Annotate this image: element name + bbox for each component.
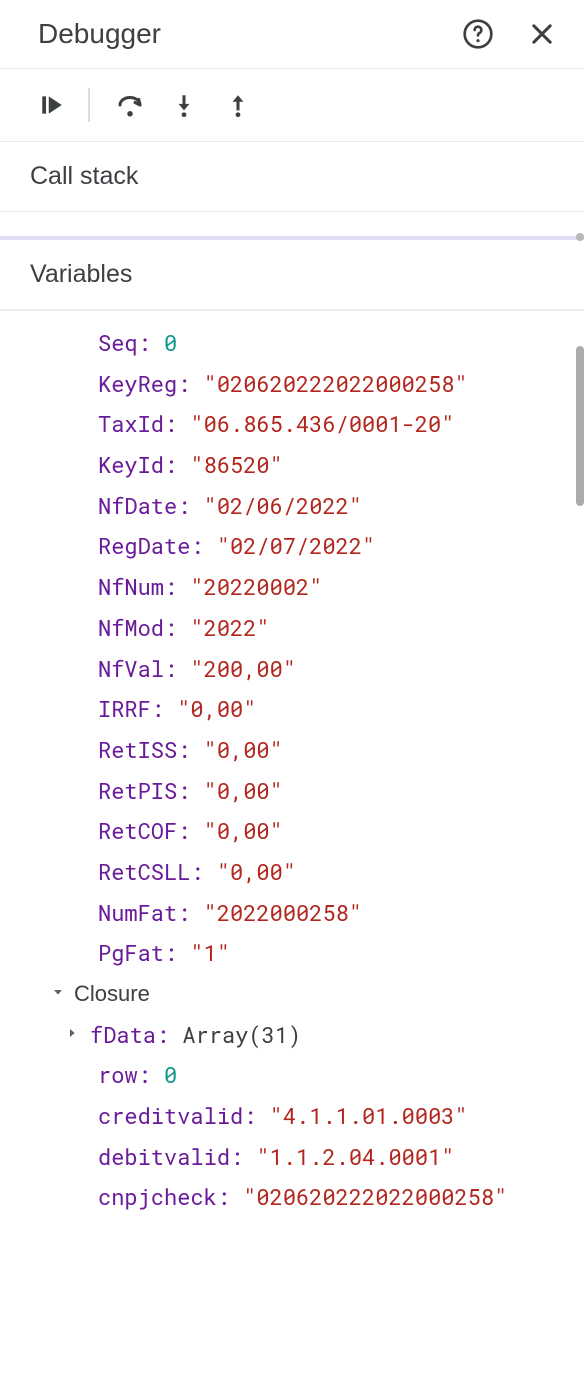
resume-icon[interactable] xyxy=(30,83,74,127)
variable-value: "1.1.2.04.0001" xyxy=(256,1142,454,1171)
variable-row[interactable]: NfDate: "02/06/2022" xyxy=(10,486,574,527)
variable-row[interactable]: RetISS: "0,00" xyxy=(10,730,574,771)
header-actions xyxy=(462,18,556,50)
variable-row[interactable]: KeyReg: "020620222022000258" xyxy=(10,364,574,405)
debugger-title: Debugger xyxy=(38,18,161,50)
variable-value: "86520" xyxy=(190,450,282,479)
variable-row[interactable]: Seq: 0 xyxy=(10,323,574,364)
variable-value: "0,00" xyxy=(217,857,296,886)
variable-key: RegDate xyxy=(98,531,190,560)
variable-value: "0,00" xyxy=(204,816,283,845)
variable-value: 0 xyxy=(164,328,177,357)
variable-key: KeyId xyxy=(98,450,164,479)
variable-key: KeyReg xyxy=(98,369,177,398)
scrollbar-thumb[interactable] xyxy=(576,346,584,506)
variable-row[interactable]: RetCOF: "0,00" xyxy=(10,811,574,852)
variable-value: Array(31) xyxy=(182,1020,301,1049)
step-out-icon[interactable] xyxy=(216,83,260,127)
variable-row[interactable]: IRRF: "0,00" xyxy=(10,689,574,730)
variable-value: "20220002" xyxy=(190,572,322,601)
closure-scope-row[interactable]: Closure xyxy=(10,974,574,1015)
variable-key: NfMod xyxy=(98,613,164,642)
variable-key: NfDate xyxy=(98,491,177,520)
variable-key: RetPIS xyxy=(98,776,177,805)
variable-value: "06.865.436/0001-20" xyxy=(190,409,454,438)
variable-value: "0,00" xyxy=(204,735,283,764)
variable-value: "0,00" xyxy=(204,776,283,805)
help-icon[interactable] xyxy=(462,18,494,50)
variables-body: Seq: 0KeyReg: "020620222022000258"TaxId:… xyxy=(0,310,584,1228)
variable-row[interactable]: NfNum: "20220002" xyxy=(10,567,574,608)
variable-value: "02/06/2022" xyxy=(204,491,362,520)
variable-row[interactable]: PgFat: "1" xyxy=(10,933,574,974)
chevron-down-icon xyxy=(48,978,68,1011)
variable-key: fData xyxy=(90,1020,156,1049)
variable-row[interactable]: NumFat: "2022000258" xyxy=(10,893,574,934)
variable-value: "200,00" xyxy=(190,654,296,683)
callstack-body xyxy=(0,212,584,240)
callstack-heading[interactable]: Call stack xyxy=(0,142,584,212)
variable-row[interactable]: cnpjcheck: "020620222022000258" xyxy=(10,1177,574,1218)
variables-heading[interactable]: Variables xyxy=(0,240,584,310)
variable-row[interactable]: NfMod: "2022" xyxy=(10,608,574,649)
variable-value: "0,00" xyxy=(177,694,256,723)
debugger-toolbar xyxy=(0,69,584,142)
variable-value: "020620222022000258" xyxy=(243,1182,507,1211)
step-in-icon[interactable] xyxy=(162,83,206,127)
debugger-header: Debugger xyxy=(0,0,584,69)
variable-value: "020620222022000258" xyxy=(204,369,468,398)
variable-key: RetCSLL xyxy=(98,857,190,886)
variable-key: TaxId xyxy=(98,409,164,438)
variable-row[interactable]: debitvalid: "1.1.2.04.0001" xyxy=(10,1137,574,1178)
variable-key: RetCOF xyxy=(98,816,177,845)
variable-row[interactable]: TaxId: "06.865.436/0001-20" xyxy=(10,404,574,445)
variable-key: creditvalid xyxy=(98,1101,243,1130)
variable-key: NfVal xyxy=(98,654,164,683)
variable-key: NfNum xyxy=(98,572,164,601)
variable-value: "2022000258" xyxy=(204,898,362,927)
close-icon[interactable] xyxy=(528,20,556,48)
variable-row[interactable]: KeyId: "86520" xyxy=(10,445,574,486)
toolbar-divider xyxy=(88,88,90,122)
variable-row[interactable]: RegDate: "02/07/2022" xyxy=(10,526,574,567)
variable-row[interactable]: row: 0 xyxy=(10,1055,574,1096)
closure-label: Closure xyxy=(74,974,150,1015)
chevron-right-icon xyxy=(62,1018,82,1051)
variable-row[interactable]: RetCSLL: "0,00" xyxy=(10,852,574,893)
variable-row[interactable]: RetPIS: "0,00" xyxy=(10,771,574,812)
variable-value: "1" xyxy=(190,938,230,967)
variable-key: PgFat xyxy=(98,938,164,967)
fdata-row[interactable]: fData: Array(31) xyxy=(10,1015,574,1056)
variable-key: NumFat xyxy=(98,898,177,927)
variable-key: Seq xyxy=(98,328,138,357)
variable-value: "02/07/2022" xyxy=(217,531,375,560)
step-over-icon[interactable] xyxy=(108,83,152,127)
variable-value: "2022" xyxy=(190,613,269,642)
variable-row[interactable]: creditvalid: "4.1.1.01.0003" xyxy=(10,1096,574,1137)
variable-key: row xyxy=(98,1060,138,1089)
variable-value: "4.1.1.01.0003" xyxy=(270,1101,468,1130)
variable-row[interactable]: NfVal: "200,00" xyxy=(10,649,574,690)
variable-key: RetISS xyxy=(98,735,177,764)
variable-key: IRRF xyxy=(98,694,151,723)
variable-key: debitvalid xyxy=(98,1142,230,1171)
variable-value: 0 xyxy=(164,1060,177,1089)
variable-key: cnpjcheck xyxy=(98,1182,217,1211)
